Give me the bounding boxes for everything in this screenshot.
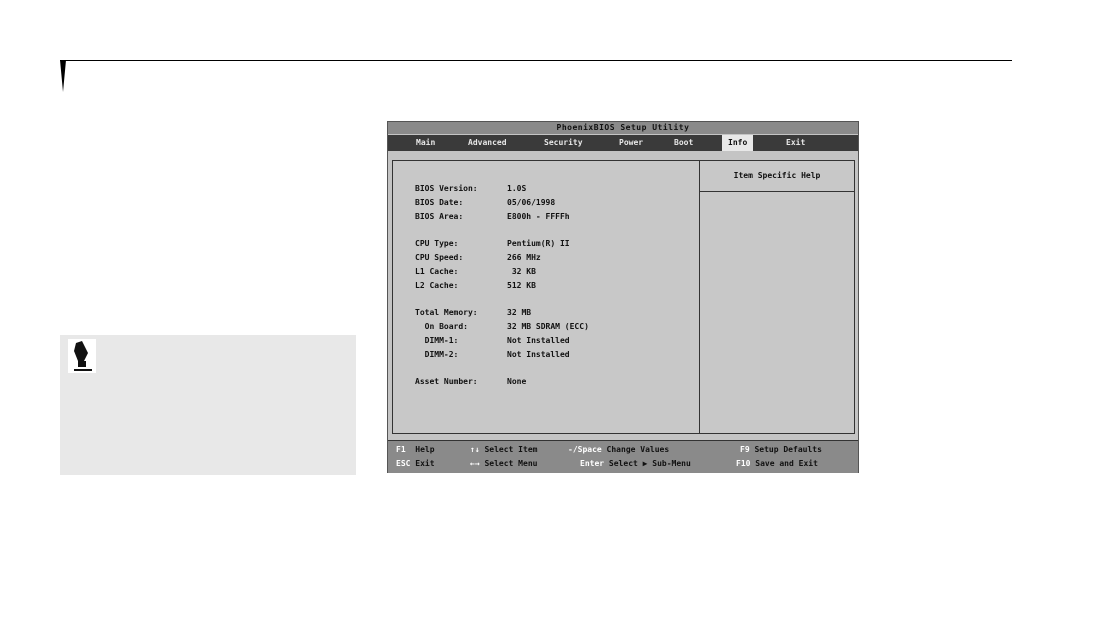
help-pane: Item Specific Help [699,160,855,434]
info-value: 05/06/1998 [507,198,556,207]
key-enter: Enter [580,459,605,468]
info-label: Asset Number: [415,377,478,386]
info-value: 266 MHz [507,253,541,262]
info-label: CPU Type: [415,239,459,248]
page-header-rule [60,60,1012,61]
info-value: 32 MB SDRAM (ECC) [507,322,589,331]
info-label: DIMM-2: [415,350,459,359]
leftright-arrows-icon: ←→ [470,459,480,468]
info-label: On Board: [415,322,468,331]
key-space: -/Space [568,445,602,454]
info-pane: BIOS Version: 1.0S BIOS Date: 05/06/1998 B… [392,160,700,434]
help-title: Item Specific Help [700,161,854,192]
menu-boot[interactable]: Boot [668,135,699,151]
info-value: E800h - FFFFh [507,212,570,221]
info-label: CPU Speed: [415,253,464,262]
status-updown: ↑↓ Select Item [470,445,538,454]
info-label: DIMM-1: [415,336,459,345]
menu-exit[interactable]: Exit [780,135,811,151]
status-change: -/Space Change Values [568,445,670,454]
info-label: Total Memory: [415,308,478,317]
bios-title: PhoenixBIOS Setup Utility [388,122,858,134]
key-f1: F1 [396,445,406,454]
menu-advanced[interactable]: Advanced [462,135,513,151]
info-value: 32 KB [507,267,536,276]
menu-info[interactable]: Info [722,135,754,151]
bios-menu-bar: Main Advanced Security Power Boot Info E… [388,135,858,151]
pointing-hand-icon [68,339,96,373]
info-value: 512 KB [507,281,536,290]
note-box [60,335,356,475]
info-value: 32 MB [507,308,532,317]
menu-power[interactable]: Power [613,135,649,151]
status-leftright: ←→ Select Menu [470,459,538,468]
status-enter: Enter Select ▶ Sub-Menu [580,459,691,468]
info-value: Not Installed [507,336,570,345]
info-label: BIOS Area: [415,212,464,221]
menu-main[interactable]: Main [410,135,441,151]
status-f10: F10 Save and Exit [736,459,818,468]
menu-security[interactable]: Security [538,135,589,151]
info-value: Pentium(R) II [507,239,570,248]
key-esc: ESC [396,459,411,468]
key-f10: F10 [736,459,751,468]
bios-status-bar: F1 Help ESC Exit ↑↓ Select Item ←→ Selec… [388,440,858,473]
info-value: Not Installed [507,350,570,359]
status-f1: F1 Help [396,445,435,454]
status-f9: F9 Setup Defaults [740,445,822,454]
page-header-tick [60,60,66,92]
key-f9: F9 [740,445,750,454]
status-esc: ESC Exit [396,459,435,468]
info-label: BIOS Version: [415,184,478,193]
info-label: L1 Cache: [415,267,459,276]
bios-setup-screen: PhoenixBIOS Setup Utility Main Advanced … [387,121,859,473]
info-label: L2 Cache: [415,281,459,290]
updown-arrows-icon: ↑↓ [470,445,480,454]
info-value: 1.0S [507,184,527,193]
info-label: BIOS Date: [415,198,464,207]
info-value: None [507,377,527,386]
